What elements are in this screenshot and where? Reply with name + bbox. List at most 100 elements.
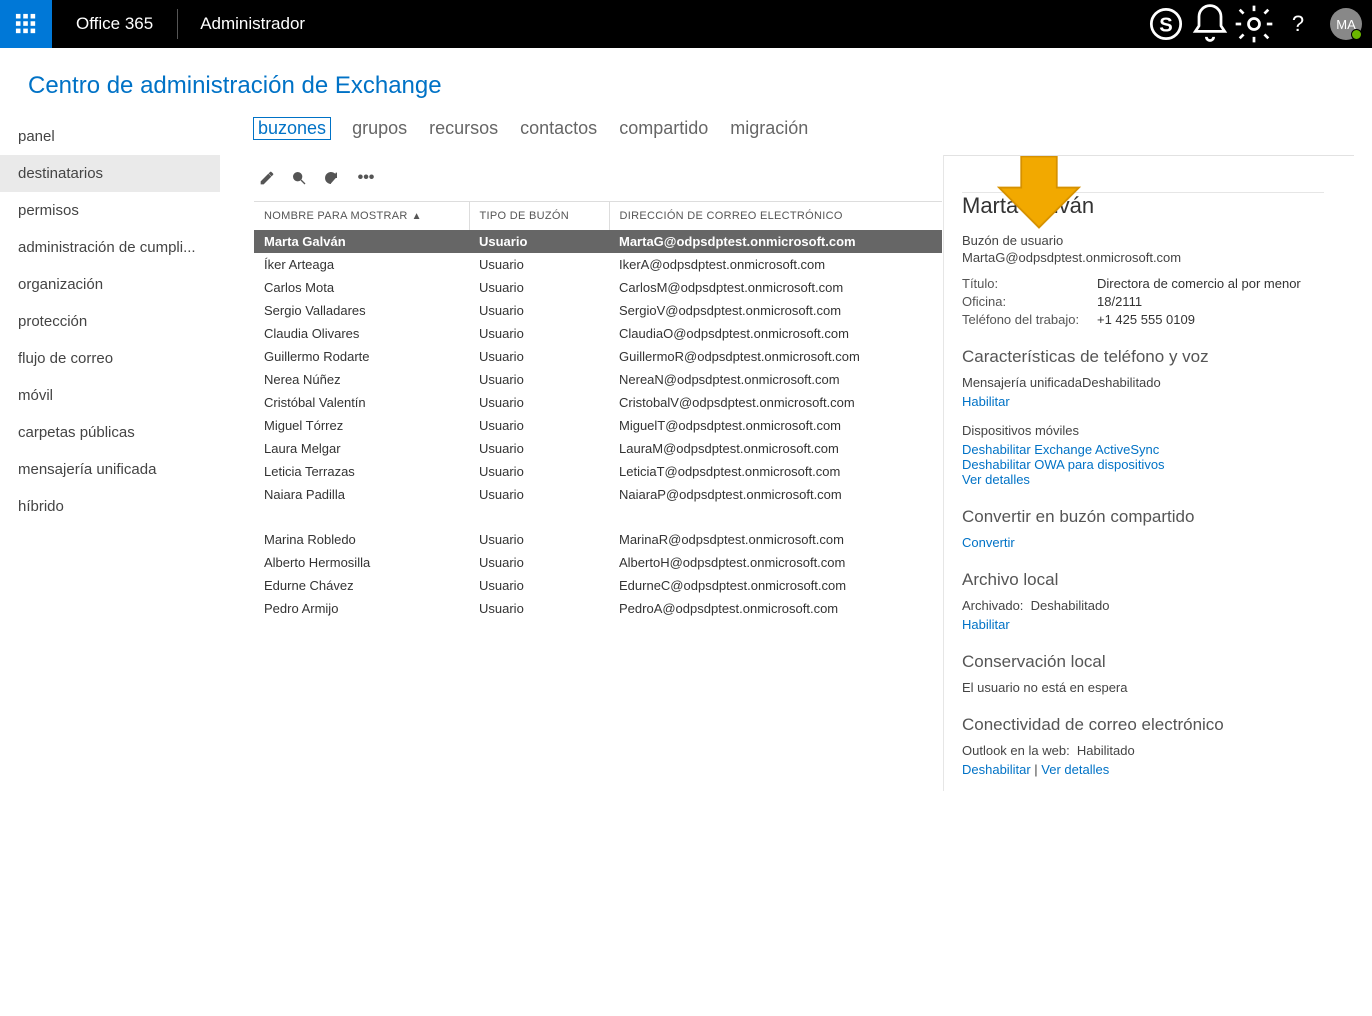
cell-name: Marta Galván (254, 230, 469, 253)
sort-asc-icon: ▲ (412, 211, 422, 222)
cell-name: Cristóbal Valentín (254, 391, 469, 414)
convert-link[interactable]: Convertir (962, 535, 1324, 550)
details-panel: Marta Galván Buzón de usuario MartaG@odp… (944, 155, 1354, 791)
table-row[interactable]: Naiara PadillaUsuarioNaiaraP@odpsdptest.… (254, 483, 942, 506)
sidebar-item-9[interactable]: mensajería unificada (0, 451, 220, 488)
archived-k: Archivado: (962, 598, 1023, 613)
mailbox-table: NOMBRE PARA MOSTRAR▲ TIPO DE BUZÓN DIREC… (254, 201, 942, 620)
sidebar-item-6[interactable]: flujo de correo (0, 340, 220, 377)
table-row[interactable]: Leticia TerrazasUsuarioLeticiaT@odpsdpte… (254, 460, 942, 483)
cell-email: CristobalV@odpsdptest.onmicrosoft.com (609, 391, 942, 414)
col-email[interactable]: DIRECCIÓN DE CORREO ELECTRÓNICO (609, 202, 942, 231)
detail-phone-v: +1 425 555 0109 (1097, 312, 1195, 327)
product-name[interactable]: Office 365 (52, 9, 178, 39)
detail-office-k: Oficina: (962, 294, 1097, 309)
sidebar-item-1[interactable]: destinatarios (0, 155, 220, 192)
sidebar-item-5[interactable]: protección (0, 303, 220, 340)
skype-icon[interactable]: S (1144, 0, 1188, 48)
view-details-link[interactable]: Ver detalles (962, 472, 1324, 487)
table-row[interactable]: Laura MelgarUsuarioLauraM@odpsdptest.onm… (254, 437, 942, 460)
cell-type: Usuario (469, 574, 609, 597)
refresh-icon[interactable] (322, 169, 340, 187)
cell-type: Usuario (469, 299, 609, 322)
tab-recursos[interactable]: recursos (429, 118, 498, 139)
cell-type: Usuario (469, 597, 609, 620)
sidebar-item-0[interactable]: panel (0, 118, 220, 155)
table-row[interactable]: Cristóbal ValentínUsuarioCristobalV@odps… (254, 391, 942, 414)
disable-owa-web-link[interactable]: Deshabilitar (962, 762, 1031, 777)
section-convert: Convertir en buzón compartido (962, 507, 1324, 527)
cell-type: Usuario (469, 414, 609, 437)
cell-type: Usuario (469, 322, 609, 345)
settings-icon[interactable] (1232, 0, 1276, 48)
tab-migración[interactable]: migración (730, 118, 808, 139)
edit-icon[interactable] (258, 169, 276, 187)
detail-phone-k: Teléfono del trabajo: (962, 312, 1097, 327)
cell-type: Usuario (469, 276, 609, 299)
cell-email: IkerA@odpsdptest.onmicrosoft.com (609, 253, 942, 276)
tab-buzones[interactable]: buzones (254, 118, 330, 139)
toolbar: ••• (254, 155, 943, 193)
tab-contactos[interactable]: contactos (520, 118, 597, 139)
sidebar-item-7[interactable]: móvil (0, 377, 220, 414)
cell-name: Naiara Padilla (254, 483, 469, 506)
enable-um-link[interactable]: Habilitar (962, 394, 1324, 409)
detail-title-v: Directora de comercio al por menor (1097, 276, 1301, 291)
cell-name: Laura Melgar (254, 437, 469, 460)
owa-k: Outlook en la web: (962, 743, 1070, 758)
cell-name: Claudia Olivares (254, 322, 469, 345)
cell-type: Usuario (469, 437, 609, 460)
section-phone-voice: Características de teléfono y voz (962, 347, 1324, 367)
sidebar-item-8[interactable]: carpetas públicas (0, 414, 220, 451)
table-row[interactable]: Alberto HermosillaUsuarioAlbertoH@odpsdp… (254, 551, 942, 574)
sidebar-item-2[interactable]: permisos (0, 192, 220, 229)
col-name[interactable]: NOMBRE PARA MOSTRAR▲ (254, 202, 469, 231)
table-row[interactable]: Íker ArteagaUsuarioIkerA@odpsdptest.onmi… (254, 253, 942, 276)
table-row[interactable]: Pedro ArmijoUsuarioPedroA@odpsdptest.onm… (254, 597, 942, 620)
cell-name: Sergio Valladares (254, 299, 469, 322)
sidebar-item-4[interactable]: organización (0, 266, 220, 303)
more-icon[interactable]: ••• (354, 169, 378, 187)
cell-type: Usuario (469, 253, 609, 276)
cell-email: MiguelT@odpsdptest.onmicrosoft.com (609, 414, 942, 437)
main: buzones grupos recursos contactos compartido… (220, 118, 1372, 1016)
table-row[interactable]: Sergio ValladaresUsuarioSergioV@odpsdpte… (254, 299, 942, 322)
page-title: Centro de administración de Exchange (0, 48, 1372, 118)
owa-details-link[interactable]: Ver detalles (1041, 762, 1109, 777)
user-avatar[interactable]: MA (1330, 8, 1362, 40)
cell-type: Usuario (469, 230, 609, 253)
sidebar-item-3[interactable]: administración de cumpli... (0, 229, 220, 266)
cell-name: Miguel Tórrez (254, 414, 469, 437)
tab-grupos[interactable]: grupos (352, 118, 407, 139)
table-row[interactable]: Guillermo RodarteUsuarioGuillermoR@odpsd… (254, 345, 942, 368)
table-row[interactable]: Edurne ChávezUsuarioEdurneC@odpsdptest.o… (254, 574, 942, 597)
search-icon[interactable] (290, 169, 308, 187)
col-type[interactable]: TIPO DE BUZÓN (469, 202, 609, 231)
disable-owa-link[interactable]: Deshabilitar OWA para dispositivos (962, 457, 1324, 472)
cell-name: Edurne Chávez (254, 574, 469, 597)
table-row[interactable]: Marta GalvánUsuarioMartaG@odpsdptest.onm… (254, 230, 942, 253)
topbar: Office 365 Administrador S ? MA (0, 0, 1372, 48)
table-row[interactable]: Miguel TórrezUsuarioMiguelT@odpsdptest.o… (254, 414, 942, 437)
app-launcher-button[interactable] (0, 0, 52, 48)
disable-eas-link[interactable]: Deshabilitar Exchange ActiveSync (962, 442, 1324, 457)
role-name[interactable]: Administrador (178, 14, 327, 34)
table-row[interactable]: Nerea NúñezUsuarioNereaN@odpsdptest.onmi… (254, 368, 942, 391)
tabs: buzones grupos recursos contactos compartido… (254, 118, 1372, 155)
cell-email: ClaudiaO@odpsdptest.onmicrosoft.com (609, 322, 942, 345)
table-row[interactable]: Carlos MotaUsuarioCarlosM@odpsdptest.onm… (254, 276, 942, 299)
cell-type: Usuario (469, 391, 609, 414)
cell-email: CarlosM@odpsdptest.onmicrosoft.com (609, 276, 942, 299)
cell-type: Usuario (469, 551, 609, 574)
table-row[interactable]: Claudia OlivaresUsuarioClaudiaO@odpsdpte… (254, 322, 942, 345)
cell-name: Nerea Núñez (254, 368, 469, 391)
table-row[interactable]: Marina RobledoUsuarioMarinaR@odpsdptest.… (254, 528, 942, 551)
cell-type: Usuario (469, 460, 609, 483)
cell-email: LeticiaT@odpsdptest.onmicrosoft.com (609, 460, 942, 483)
enable-archive-link[interactable]: Habilitar (962, 617, 1324, 632)
sidebar-item-10[interactable]: híbrido (0, 488, 220, 525)
cell-name: Marina Robledo (254, 528, 469, 551)
tab-compartido[interactable]: compartido (619, 118, 708, 139)
notifications-icon[interactable] (1188, 0, 1232, 48)
help-icon[interactable]: ? (1276, 0, 1320, 48)
